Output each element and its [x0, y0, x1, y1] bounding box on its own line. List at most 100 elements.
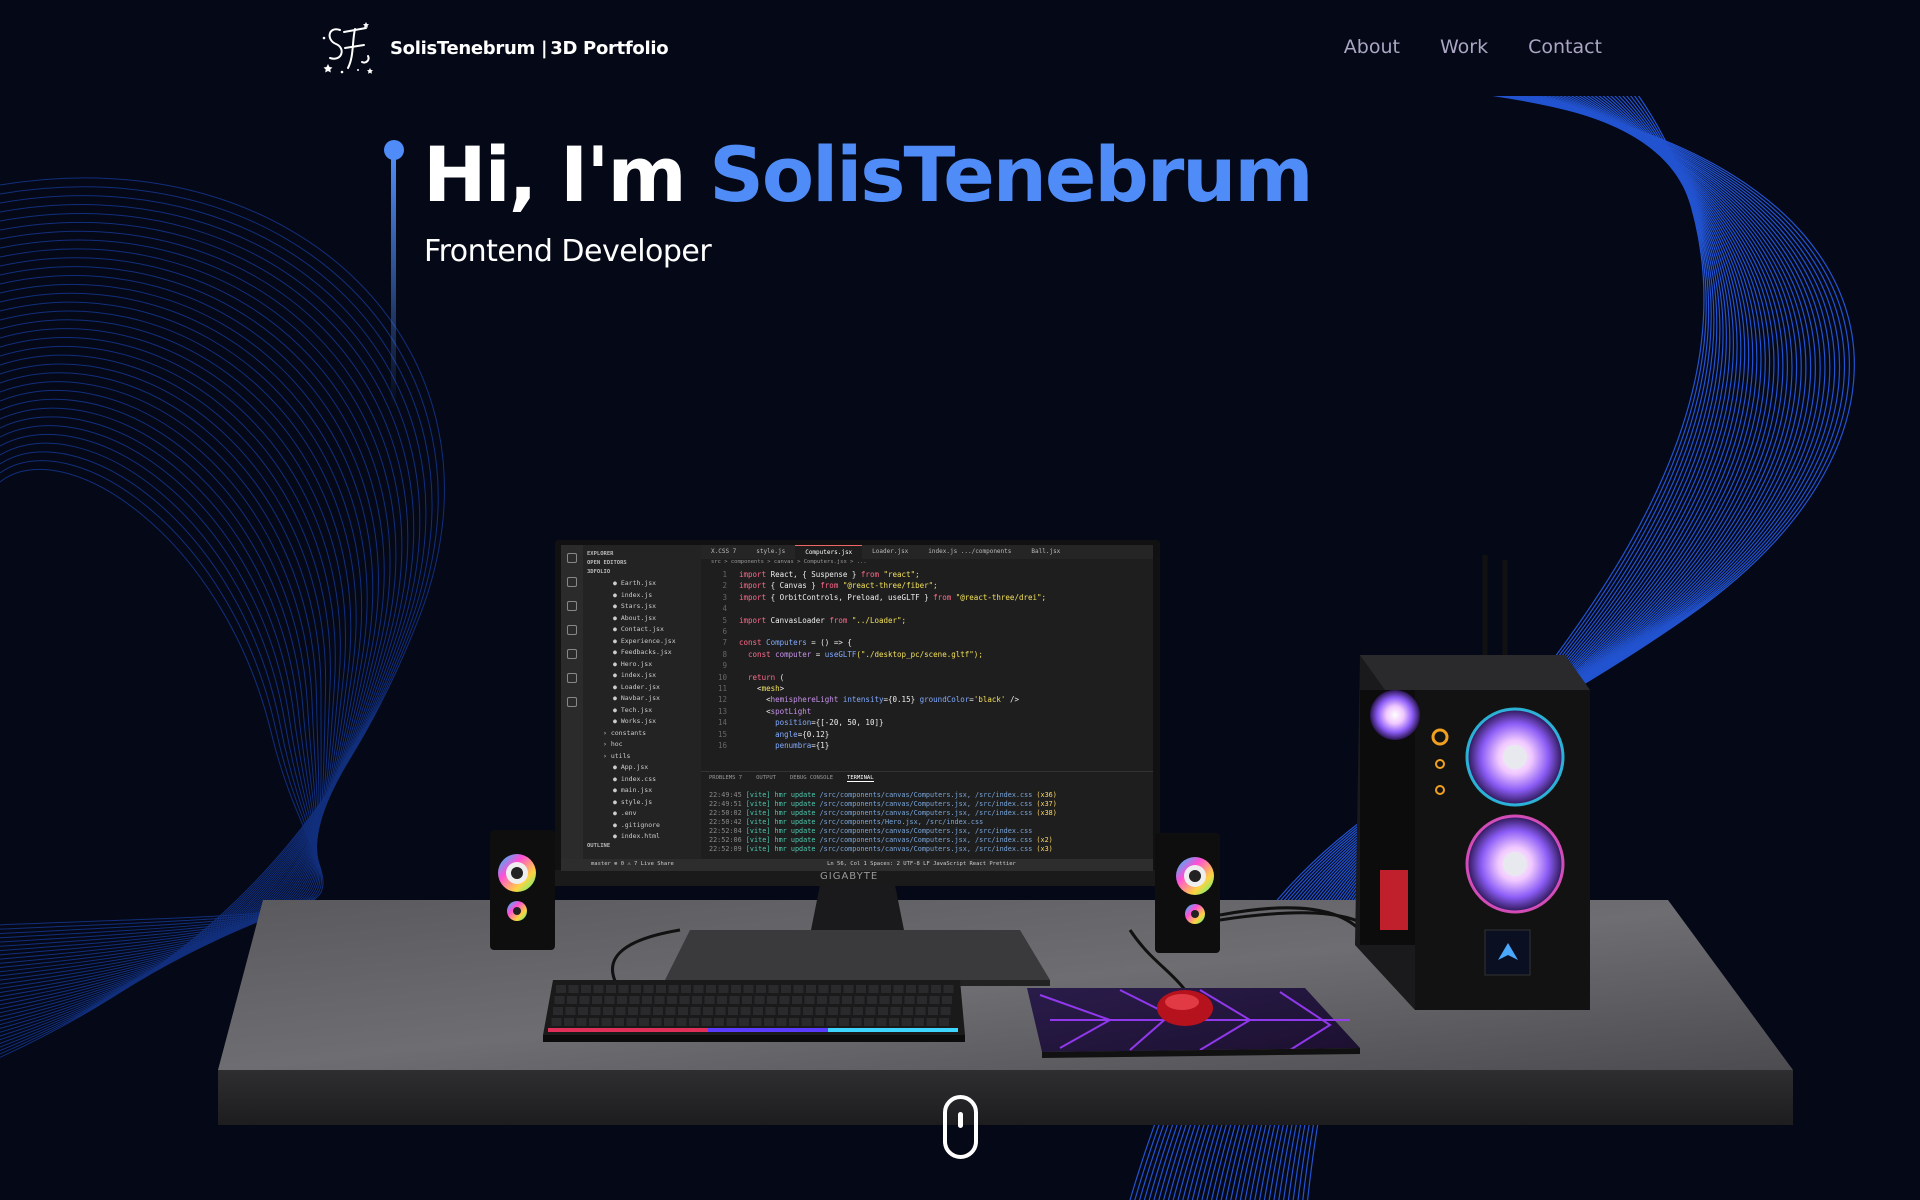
editor-tab: X.CSS 7 — [711, 548, 737, 555]
keyboard-key — [818, 985, 829, 993]
keyboard-key — [940, 1007, 951, 1015]
keyboard-key — [928, 1007, 938, 1015]
open-editors-label: OPEN EDITORS — [587, 560, 627, 566]
keyboard-key — [814, 1018, 824, 1026]
keyboard-key — [942, 996, 952, 1004]
keyboard-key — [565, 1007, 576, 1015]
code-line: 8 const computer = useGLTF("./desktop_pc… — [722, 649, 983, 659]
keyboard-key — [717, 996, 727, 1004]
keyboard-key — [653, 1007, 663, 1015]
keyboard-key — [606, 985, 616, 993]
terminal-line: 22:52:06 [vite] hmr update /src/componen… — [709, 836, 1053, 844]
terminal-line: 22:50:42 [vite] hmr update /src/componen… — [709, 818, 988, 826]
explorer-file: ● Navbar.jsx — [613, 694, 660, 702]
panel-tab: OUTPUT — [756, 775, 776, 781]
keyboard-key — [914, 1018, 924, 1026]
keyboard-key — [631, 985, 641, 993]
panel-tab: TERMINAL — [847, 775, 874, 782]
keyboard-key — [714, 1018, 724, 1026]
keyboard-key — [590, 1007, 601, 1015]
mouse-scroll-icon[interactable] — [943, 1095, 978, 1159]
explorer-file: ● App.jsx — [613, 763, 649, 771]
keyboard-key — [740, 1007, 751, 1015]
keyboard-key — [578, 1007, 588, 1015]
explorer-file: ● Tech.jsx — [613, 705, 653, 714]
keyboard-key — [881, 985, 891, 993]
code-line: 10 return ( — [717, 672, 785, 682]
panel-tab: PROBLEMS 7 — [709, 775, 743, 781]
keyboard-key — [626, 1018, 637, 1026]
terminal-output: 22:49:45 [vite] hmr update /src/componen… — [701, 785, 1153, 860]
editor-status-bar: master ⊗ 0 ⚠ 7 Live Share Ln 56, Col 1 S… — [561, 859, 1153, 871]
keyboard-key — [603, 1007, 613, 1015]
panel-tab: DEBUG CONSOLE — [790, 775, 834, 781]
keyboard-key — [668, 985, 679, 993]
explorer-file: ● .gitignore — [613, 820, 660, 829]
keyboard-key — [556, 985, 566, 993]
project-label: 3DFOLIO — [587, 569, 611, 575]
keyboard-key — [617, 996, 627, 1004]
code-line: 1 import React, { Suspense } from "react"… — [722, 570, 920, 579]
editor-tab: Computers.jsx — [795, 545, 863, 559]
remote-icon — [567, 673, 577, 683]
status-left: master ⊗ 0 ⚠ 7 Live Share — [591, 861, 674, 867]
keyboard-key — [629, 996, 640, 1004]
editor-tabs: X.CSS 7 style.js Computers.jsx Loader.jsx in… — [701, 545, 1153, 559]
keyboard-key — [753, 1007, 763, 1015]
keyboard-key — [865, 1007, 876, 1015]
keyboard-key — [892, 996, 902, 1004]
keyboard-key — [643, 985, 654, 993]
files-icon — [567, 553, 577, 563]
source-control-icon — [567, 601, 577, 611]
keyboard-key — [901, 1018, 912, 1026]
keyboard-key — [743, 985, 754, 993]
keyboard — [543, 980, 965, 1042]
status-right: Ln 56, Col 1 Spaces: 2 UTF-8 LF JavaScri… — [827, 861, 1016, 867]
keyboard-key — [642, 996, 652, 1004]
keyboard-key — [790, 1007, 801, 1015]
editor-activity-bar — [561, 545, 583, 871]
mouse — [1157, 990, 1213, 1026]
explorer-file: ● Earth.jsx — [613, 579, 657, 587]
keyboard-key — [567, 996, 577, 1004]
keyboard-key — [851, 1018, 862, 1026]
keyboard-key — [579, 996, 590, 1004]
keyboard-key — [614, 1018, 624, 1026]
keyboard-key — [551, 1018, 562, 1026]
code-line: 15 angle={0.12} — [717, 729, 830, 739]
keyboard-key — [890, 1007, 901, 1015]
keyboard-key — [826, 1018, 837, 1026]
keyboard-key — [931, 985, 941, 993]
editor-tab: style.js — [756, 548, 786, 555]
keyboard-key — [601, 1018, 612, 1026]
keyboard-key — [678, 1007, 688, 1015]
code-line: 16 penumbra={1} — [717, 741, 830, 751]
keyboard-key — [918, 985, 929, 993]
run-debug-icon — [567, 625, 577, 635]
keyboard-key — [681, 985, 691, 993]
keyboard-key — [929, 996, 940, 1004]
history-icon — [567, 697, 577, 707]
right-speaker — [1155, 833, 1220, 953]
keyboard-key — [692, 996, 702, 1004]
keyboard-key — [903, 1007, 913, 1015]
keyboard-key — [767, 996, 777, 1004]
keyboard-key — [778, 1007, 788, 1015]
explorer-file: ● style.js — [613, 797, 653, 806]
keyboard-key — [701, 1018, 712, 1026]
explorer-file: ● Feedbacks.jsx — [613, 648, 672, 656]
editor-tab: Loader.jsx — [872, 548, 909, 555]
keyboard-key — [589, 1018, 599, 1026]
code-line: 3 import { OrbitControls, Preload, useGLT… — [722, 592, 1047, 602]
keyboard-key — [667, 996, 677, 1004]
keyboard-key — [581, 985, 591, 993]
keyboard-key — [829, 996, 840, 1004]
keyboard-key — [781, 985, 791, 993]
keyboard-key — [726, 1018, 737, 1026]
keyboard-key — [690, 1007, 701, 1015]
keyboard-key — [628, 1007, 638, 1015]
code-line: 6 — [722, 627, 727, 637]
keyboard-key — [789, 1018, 799, 1026]
keyboard-key — [703, 1007, 713, 1015]
explorer-file: ● Works.jsx — [613, 717, 657, 725]
